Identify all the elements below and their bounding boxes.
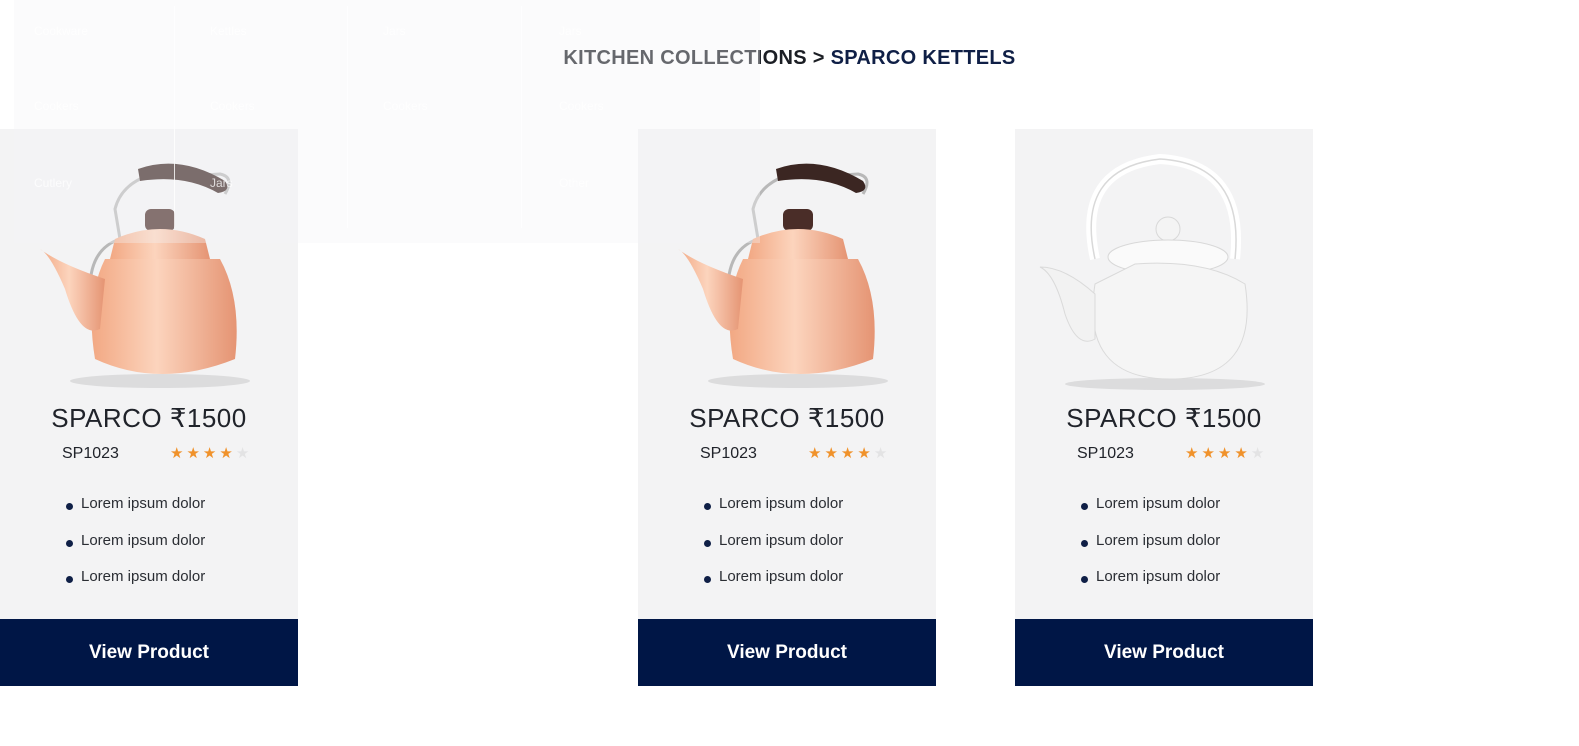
star-icon: ★ [1250,445,1268,462]
star-icon: ★ [1217,445,1235,462]
feature-item: Lorem ipsum dolor [1081,532,1220,569]
menu-item[interactable]: Jars [210,176,233,190]
menu-item[interactable]: Cookers [559,99,604,113]
menu-item[interactable]: Cookers [383,99,428,113]
feature-item: Lorem ipsum dolor [704,532,843,569]
star-icon: ★ [1201,445,1218,462]
star-icon: ★ [873,445,891,462]
feature-item: Lorem ipsum dolor [704,495,843,532]
product-sku: SP1023 [1077,445,1134,462]
product-card: SPARCO ₹1500 SP1023 ★★★★★ Lorem ipsum do… [1015,129,1313,686]
feature-item: Lorem ipsum dolor [66,568,205,605]
menu-item[interactable]: Jars [559,24,582,38]
menu-item[interactable]: Cutlery [34,176,72,190]
rating-stars: ★★★★★ [1185,444,1267,462]
product-sku: SP1023 [62,445,119,462]
star-icon: ★ [1185,445,1202,462]
menu-item[interactable]: Other [559,176,589,190]
star-icon: ★ [202,445,220,462]
product-sku: SP1023 [700,445,757,462]
menu-column: Kettles Cookers Jars [174,6,348,228]
star-icon: ★ [1234,445,1251,462]
mega-menu-overlay: Cookware Cookers Cutlery Kettles Cookers… [14,0,760,243]
view-product-button[interactable]: View Product [0,619,298,686]
feature-item: Lorem ipsum dolor [1081,568,1220,605]
star-icon: ★ [170,445,187,462]
menu-item[interactable]: Cookers [210,99,255,113]
menu-column: Jars Cookers [347,6,522,228]
feature-item: Lorem ipsum dolor [66,532,205,569]
feature-list: Lorem ipsum dolor Lorem ipsum dolor Lore… [66,495,205,605]
star-icon: ★ [857,445,874,462]
star-icon: ★ [186,445,203,462]
menu-item[interactable]: Cookers [34,99,79,113]
breadcrumb-separator: > [812,47,825,69]
rating-stars: ★★★★★ [170,444,252,462]
menu-column: Jars Cookers Other [521,6,760,228]
feature-list: Lorem ipsum dolor Lorem ipsum dolor Lore… [704,495,843,605]
star-icon: ★ [808,445,825,462]
product-title: SPARCO ₹1500 [51,403,247,433]
feature-item: Lorem ipsum dolor [66,495,205,532]
feature-item: Lorem ipsum dolor [704,568,843,605]
star-icon: ★ [219,445,236,462]
product-title: SPARCO ₹1500 [689,403,885,433]
menu-item[interactable]: Jars [383,24,406,38]
menu-item[interactable]: Cookware [34,24,88,38]
view-product-button[interactable]: View Product [638,619,936,686]
rating-stars: ★★★★★ [808,444,890,462]
star-icon: ★ [235,445,253,462]
menu-column: Cookware Cookers Cutlery [14,6,175,228]
breadcrumb-current: SPARCO KETTELS [830,47,1016,69]
star-icon: ★ [840,445,858,462]
feature-item: Lorem ipsum dolor [1081,495,1220,532]
white-kettle-image[interactable] [1035,149,1293,399]
feature-list: Lorem ipsum dolor Lorem ipsum dolor Lore… [1081,495,1220,605]
star-icon: ★ [824,445,841,462]
menu-item[interactable]: Kettles [210,24,247,38]
view-product-button[interactable]: View Product [1015,619,1313,686]
product-title: SPARCO ₹1500 [1066,403,1262,433]
